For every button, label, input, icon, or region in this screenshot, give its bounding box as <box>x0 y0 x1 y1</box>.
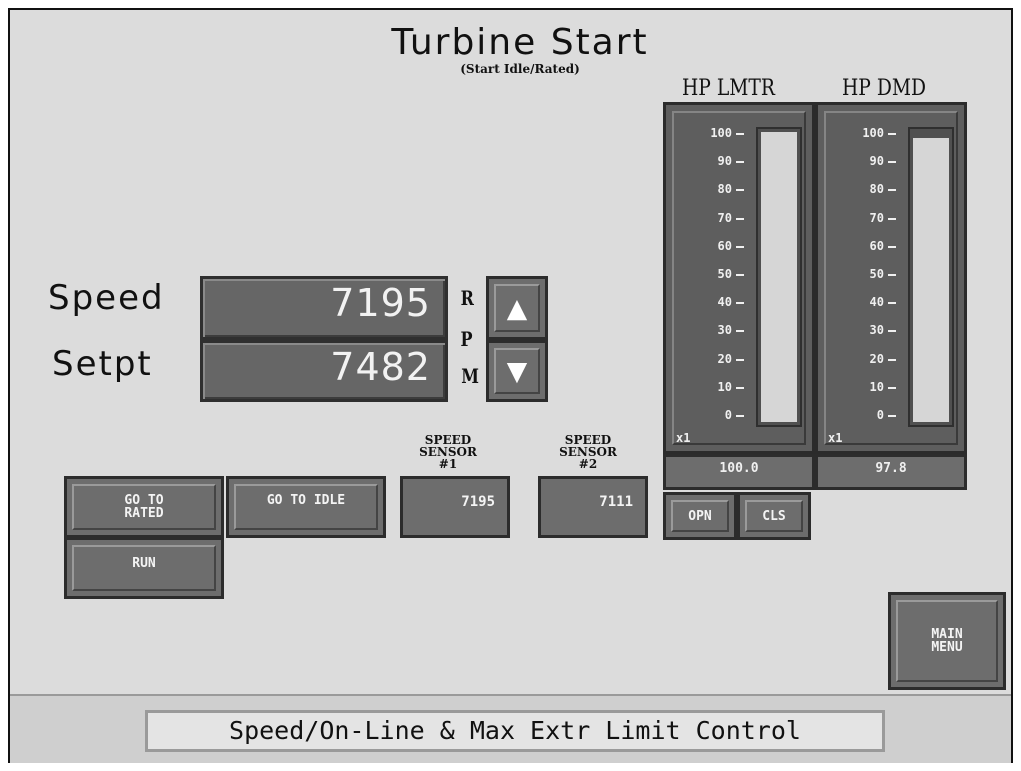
gauge-hp-lmtr-scale: x1 <box>676 431 691 445</box>
arrow-down-icon: ▼ <box>494 348 540 394</box>
gauge-tick-label: 40 <box>869 295 884 310</box>
status-bar: Speed/On-Line & Max Extr Limit Control <box>10 694 1011 763</box>
gauge-tick-label: 50 <box>717 267 732 281</box>
gauge-hp-lmtr: 100 90 80 70 60 50 40 30 20 10 0 x1 <box>663 102 815 454</box>
speed-sensor-1-label: SPEED SENSOR #1 <box>419 433 477 471</box>
gauge-tick-mark <box>888 302 896 305</box>
gauge-hp-lmtr-bar <box>756 127 802 427</box>
go-to-idle-button[interactable]: GO TO IDLE <box>226 476 386 538</box>
gauge-tick-label: 90 <box>869 154 884 169</box>
speed-sensor-2-value: 7111 <box>599 494 633 510</box>
gauge-tick-mark <box>888 217 896 220</box>
gauge-tick-label: 60 <box>869 238 884 253</box>
go-to-rated-label: GO TO RATED <box>72 484 216 530</box>
gauge-hp-dmd-readout-value: 97.8 <box>875 461 907 476</box>
speed-label: Speed <box>48 278 165 318</box>
gauge-hp-dmd-fill <box>913 138 949 422</box>
gauge-tick-label: 70 <box>717 210 732 225</box>
gauge-tick-mark <box>736 245 744 248</box>
speed-sensor-1-value: 7195 <box>461 494 495 510</box>
gauge-hp-dmd-readout: 97.8 <box>815 454 967 490</box>
speed-value: 7195 <box>330 281 431 325</box>
open-button-label: OPN <box>671 500 729 532</box>
gauge-tick-label: 80 <box>869 182 884 197</box>
speed-sensor-1-display: 7195 <box>400 476 510 538</box>
setpoint-value: 7482 <box>330 345 431 389</box>
gauge-tick-mark <box>736 133 744 135</box>
gauge-title-hp-dmd: HP DMD <box>842 76 926 101</box>
close-button[interactable]: CLS <box>737 492 811 540</box>
run-button[interactable]: RUN <box>64 537 224 599</box>
setpoint-label: Setpt <box>52 344 153 384</box>
gauge-tick-mark <box>736 358 744 361</box>
gauge-tick-mark <box>888 245 896 248</box>
gauge-tick-label: 70 <box>869 210 884 225</box>
page-title: Turbine Start <box>391 22 649 63</box>
gauge-tick-label: 20 <box>717 351 732 366</box>
gauge-tick-label: 10 <box>717 379 732 394</box>
rpm-letter-r: R <box>460 286 474 310</box>
gauge-tick-mark <box>736 161 744 164</box>
gauge-tick-mark <box>888 330 896 333</box>
gauge-title-hp-lmtr: HP LMTR <box>682 76 775 101</box>
gauge-tick-label: 90 <box>717 154 732 169</box>
gauge-tick-label: 40 <box>717 295 732 310</box>
gauge-tick-mark <box>736 386 744 389</box>
gauge-hp-lmtr-frame: 100 90 80 70 60 50 40 30 20 10 0 x1 <box>672 111 806 445</box>
hmi-screen: Turbine Start (Start Idle/Rated) Speed 7… <box>8 8 1013 763</box>
gauge-tick-mark <box>736 302 744 305</box>
gauge-hp-lmtr-readout-value: 100.0 <box>719 461 759 476</box>
go-to-rated-button[interactable]: GO TO RATED <box>64 476 224 538</box>
speed-display: 7195 <box>200 276 448 340</box>
open-button[interactable]: OPN <box>663 492 737 540</box>
status-text: Speed/On-Line & Max Extr Limit Control <box>145 710 885 752</box>
gauge-tick-label: 50 <box>869 267 884 281</box>
gauge-tick-label: 30 <box>869 323 884 338</box>
gauge-tick-label: 30 <box>717 323 732 338</box>
gauge-tick-label: 10 <box>869 379 884 394</box>
speed-sensor-2-display: 7111 <box>538 476 648 538</box>
setpoint-down-button[interactable]: ▼ <box>486 340 548 402</box>
gauge-tick-mark <box>736 415 744 417</box>
gauge-tick-label: 0 <box>724 408 732 422</box>
gauge-hp-lmtr-fill <box>761 132 797 422</box>
main-menu-button[interactable]: MAIN MENU <box>888 592 1006 690</box>
gauge-tick-mark <box>736 274 744 276</box>
gauge-hp-dmd-frame: 100 90 80 70 60 50 40 30 20 10 0 x1 <box>824 111 958 445</box>
gauge-tick-mark <box>736 330 744 333</box>
main-menu-label: MAIN MENU <box>896 600 998 682</box>
speed-sensor-2-label: SPEED SENSOR #2 <box>559 433 617 471</box>
close-button-label: CLS <box>745 500 803 532</box>
gauge-tick-mark <box>888 133 896 135</box>
gauge-tick-mark <box>888 161 896 164</box>
rpm-letter-p: P <box>460 327 473 351</box>
gauge-tick-label: 100 <box>710 126 732 140</box>
rpm-letter-m: M <box>461 364 479 388</box>
gauge-tick-label: 20 <box>869 351 884 366</box>
gauge-tick-label: 80 <box>717 182 732 197</box>
gauge-hp-dmd: 100 90 80 70 60 50 40 30 20 10 0 x1 <box>815 102 967 454</box>
setpoint-up-button[interactable]: ▲ <box>486 276 548 340</box>
page-subtitle: (Start Idle/Rated) <box>460 62 580 76</box>
gauge-tick-mark <box>888 189 896 192</box>
gauge-tick-mark <box>888 274 896 276</box>
gauge-tick-mark <box>888 415 896 417</box>
gauge-tick-label: 100 <box>862 126 884 140</box>
gauge-tick-mark <box>888 386 896 389</box>
go-to-idle-label: GO TO IDLE <box>234 484 378 530</box>
run-label: RUN <box>72 545 216 591</box>
gauge-tick-mark <box>888 358 896 361</box>
gauge-tick-mark <box>736 217 744 220</box>
gauge-tick-label: 0 <box>876 408 884 422</box>
gauge-tick-mark <box>736 189 744 192</box>
gauge-tick-label: 60 <box>717 238 732 253</box>
gauge-hp-lmtr-readout: 100.0 <box>663 454 815 490</box>
setpoint-display: 7482 <box>200 340 448 402</box>
gauge-hp-dmd-scale: x1 <box>828 431 843 445</box>
gauge-hp-dmd-bar <box>908 127 954 427</box>
arrow-up-icon: ▲ <box>494 284 540 332</box>
